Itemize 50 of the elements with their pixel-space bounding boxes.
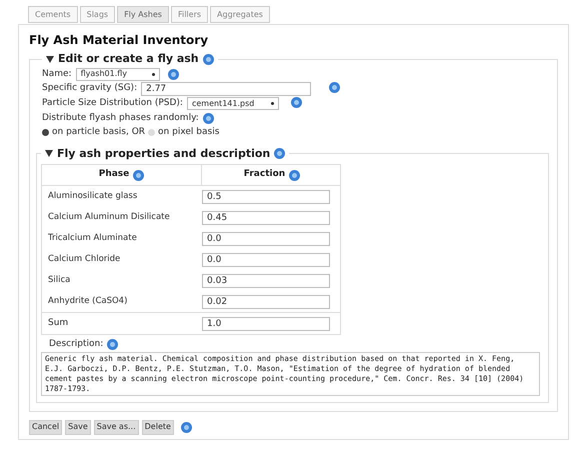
action-button[interactable]: Save as... bbox=[94, 420, 139, 434]
help-icon[interactable] bbox=[202, 112, 214, 124]
help-icon[interactable] bbox=[289, 170, 300, 180]
section-title: Fly ash properties and description bbox=[57, 146, 270, 162]
help-icon[interactable] bbox=[133, 170, 144, 180]
radio-label: on pixel basis bbox=[158, 126, 220, 139]
field-label: Description: bbox=[49, 338, 104, 351]
field-label: Particle Size Distribution (PSD): bbox=[42, 97, 183, 110]
name-dropdown[interactable]: flyash01.fly bbox=[76, 68, 160, 81]
help-icon[interactable] bbox=[180, 422, 192, 432]
psd-dropdown[interactable]: cement141.psd bbox=[186, 97, 279, 110]
help-icon[interactable] bbox=[202, 54, 214, 65]
fraction-field[interactable]: 0.0 bbox=[202, 232, 330, 246]
fraction-field[interactable]: 0.0 bbox=[202, 252, 330, 266]
help-icon[interactable] bbox=[329, 82, 340, 94]
radio-button[interactable] bbox=[148, 129, 156, 136]
fraction-field[interactable]: 0.5 bbox=[202, 190, 330, 204]
radio-button[interactable] bbox=[42, 129, 49, 136]
help-icon[interactable] bbox=[168, 68, 179, 80]
action-button[interactable]: Delete bbox=[142, 420, 174, 434]
specific-gravity-field[interactable]: 2.77 bbox=[141, 82, 312, 96]
help-icon[interactable] bbox=[274, 148, 286, 160]
fraction-field[interactable]: 0.02 bbox=[202, 294, 330, 308]
help-icon[interactable] bbox=[107, 339, 118, 350]
field-label: Distribute flyash phases randomly: bbox=[42, 112, 199, 124]
field-label: Name: bbox=[42, 68, 72, 80]
phase-name: Aluminosilicate glass bbox=[47, 190, 138, 203]
phase-name: Silica bbox=[47, 274, 72, 287]
sum-label: Sum bbox=[47, 316, 70, 330]
caret-icon bbox=[270, 102, 274, 106]
disclosure-triangle-icon[interactable] bbox=[46, 56, 54, 63]
help-icon[interactable] bbox=[290, 97, 302, 108]
disclosure-triangle-icon[interactable] bbox=[45, 150, 53, 158]
field-label: Specific gravity (SG): bbox=[42, 82, 138, 96]
caret-icon bbox=[152, 72, 155, 76]
fraction-field[interactable]: 0.45 bbox=[202, 210, 330, 224]
sum-field[interactable]: 1.0 bbox=[202, 316, 330, 330]
phase-name: Calcium Chloride bbox=[47, 253, 122, 266]
section-title: Edit or create a fly ash bbox=[58, 51, 199, 67]
radio-label: on particle basis, OR bbox=[52, 126, 146, 139]
phase-name: Calcium Aluminum Disilicate bbox=[47, 211, 171, 224]
phase-name: Tricalcium Aluminate bbox=[47, 232, 138, 245]
column-header: Fraction bbox=[244, 168, 286, 182]
action-button[interactable]: Save bbox=[65, 420, 91, 434]
page-title: Fly Ash Material Inventory bbox=[29, 32, 210, 49]
tab[interactable]: Fly Ashes bbox=[117, 6, 169, 23]
action-button[interactable]: Cancel bbox=[29, 420, 62, 434]
fraction-field[interactable]: 0.03 bbox=[202, 274, 330, 288]
phase-name: Anhydrite (CaSO4) bbox=[47, 295, 128, 308]
column-header: Phase bbox=[98, 168, 130, 182]
